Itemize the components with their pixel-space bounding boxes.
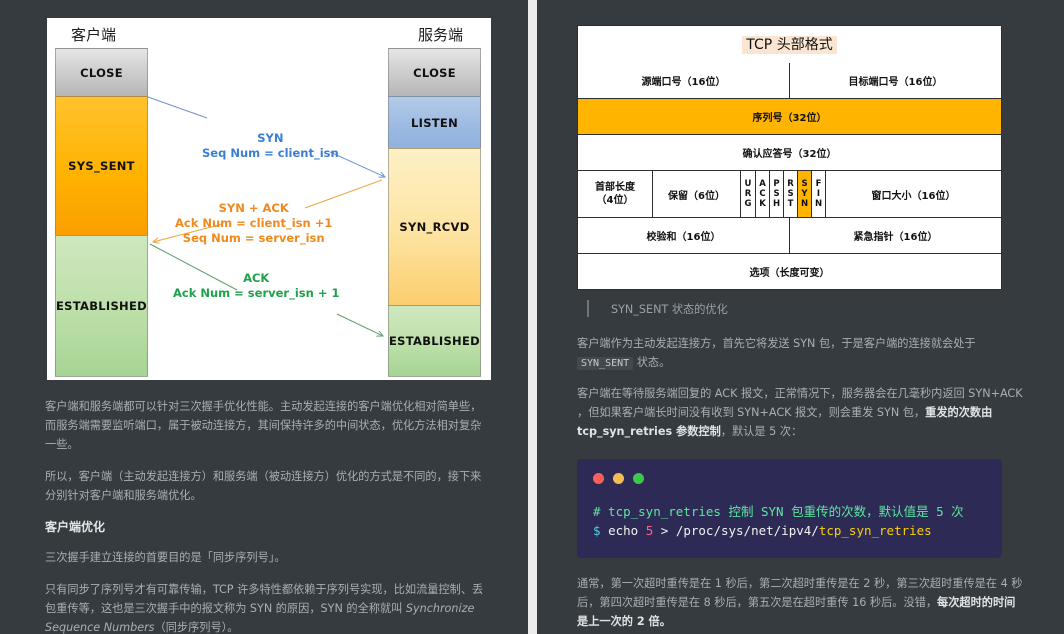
tcp-flag-urg: URG [741, 171, 755, 217]
paragraph-syn-explained: 只有同步了序列号才有可靠传输，TCP 许多特性都依赖于序列号实现，比如流量控制、… [45, 580, 488, 634]
flag-char: R [744, 189, 752, 199]
tcp-flag-ack: ACK [755, 171, 769, 217]
tcp-flag-syn: SYN [797, 171, 811, 217]
column-divider [528, 0, 537, 634]
paragraph-retries: 客户端在等待服务端回复的 ACK 报文，正常情况下，服务器会在几毫秒内返回 SY… [577, 384, 1024, 441]
paragraph-syn-sent-state: 客户端作为主动发起连接方，首先它将发送 SYN 包，于是客户端的连接就会处于 S… [577, 334, 1024, 373]
flag-char: K [759, 199, 766, 209]
close-red-dot-icon [593, 473, 604, 484]
retries-text-c: ，默认是 5 次： [720, 425, 803, 438]
terminal-path: /proc/sys/net/ipv4/ [675, 523, 819, 538]
flag-char: R [787, 179, 794, 189]
flag-char: C [759, 189, 766, 199]
tcp-row-options: 选项（长度可变） [578, 253, 1001, 289]
message-label-syn: SYN Seq Num = client_isn [202, 131, 339, 161]
tcp-field-window-size: 窗口大小（16位） [825, 171, 1001, 217]
flag-char: H [772, 199, 781, 209]
terminal-echo: echo [608, 523, 639, 538]
message-line: SYN [257, 131, 284, 145]
tcp-row-sequence: 序列号（32位） [578, 98, 1001, 134]
tcp-row-flags: 首部长度 （4位） 保留（6位） U R G A C K P S H R S T S Y N F I N 窗口大小（16… [578, 170, 1001, 217]
handshake-arrows [147, 96, 491, 380]
page-root: 客户端 服务端 CLOSE SYS_SENT ESTABLISHED CLOSE LI… [0, 0, 1064, 634]
syn-sent-text-b: 状态。 [633, 356, 671, 369]
tcp-field: 选项（长度可变） [749, 268, 830, 279]
message-label-syn-ack: SYN + ACK Ack Num = client_isn +1 Seq Num … [175, 201, 332, 246]
flag-char: G [744, 199, 752, 209]
tcp-field: 紧急指针（16位） [789, 218, 1001, 253]
paragraph-optimization-intro: 客户端和服务端都可以针对三次握手优化性能。主动发起连接的客户端优化相对简单些，而… [45, 400, 482, 451]
blockquote-text: SYN_SENT 状态的优化 [611, 302, 728, 316]
tcp-flag-rst: RST [783, 171, 797, 217]
syn-text-b: （同步序列号）。 [154, 621, 239, 634]
terminal-window-dots [593, 473, 986, 484]
heading-client-optimization: 客户端优化 [45, 520, 106, 534]
flag-char: F [815, 179, 822, 189]
tcp-header-format-table: TCP 头部格式 源端口号（16位） 目标端口号（16位） 序列号（32位） 确认应答… [577, 25, 1002, 290]
flag-char: S [773, 189, 780, 199]
terminal-comment-line: # tcp_syn_retries 控制 SYN 包重传的次数，默认值是 5 次 [593, 504, 964, 519]
message-label-ack: ACK Ack Num = server_isn + 1 [173, 271, 339, 301]
tcp-row-ports: 源端口号（16位） 目标端口号（16位） [578, 63, 1001, 98]
left-column: 客户端 服务端 CLOSE SYS_SENT ESTABLISHED CLOSE LI… [0, 0, 528, 634]
terminal-code-block: # tcp_syn_retries 控制 SYN 包重传的次数，默认值是 5 次… [577, 459, 1002, 558]
right-column: TCP 头部格式 源端口号（16位） 目标端口号（16位） 序列号（32位） 确认应答… [537, 0, 1064, 634]
left-article: 客户端和服务端都可以针对三次握手优化性能。主动发起连接的客户端优化相对简单些，而… [45, 397, 488, 634]
paragraph-retransmission-timing: 通常，第一次超时重传是在 1 秒后，第二次超时重传是在 2 秒，第三次超时重传是… [577, 574, 1024, 631]
tcp-row-ack-number: 确认应答号（32位） [578, 134, 1001, 170]
tcp-field-reserved: 保留（6位） [652, 171, 740, 217]
tcp-field: 序列号（32位） [578, 99, 1001, 134]
message-line: Ack Num = client_isn +1 [175, 216, 333, 230]
terminal-prompt: $ [593, 523, 601, 538]
flag-char: T [787, 199, 794, 209]
paragraph-handshake-purpose: 三次握手建立连接的首要目的是「同步序列号」。 [45, 551, 286, 564]
flag-char: N [814, 199, 823, 209]
blockquote-bar [587, 300, 589, 317]
flag-char: Y [801, 189, 808, 199]
minimize-yellow-dot-icon [613, 473, 624, 484]
tcp-flag-bits: URGACKPSHRSTSYNFIN [740, 171, 825, 217]
flag-char: S [787, 189, 794, 199]
message-line: ACK [243, 271, 270, 285]
syn-sent-text-a: 客户端作为主动发起连接方，首先它将发送 SYN 包，于是客户端的连接就会处于 [577, 337, 976, 350]
tcp-table-title: TCP 头部格式 [578, 26, 1001, 63]
message-line: SYN + ACK [218, 201, 289, 215]
flag-char: N [800, 199, 809, 209]
flag-char: P [773, 179, 780, 189]
tcp-field-header-length: 首部长度 （4位） [595, 182, 635, 206]
tcp-flag-fin: FIN [811, 171, 825, 217]
maximize-green-dot-icon [633, 473, 644, 484]
tcp-handshake-diagram: 客户端 服务端 CLOSE SYS_SENT ESTABLISHED CLOSE LI… [47, 18, 491, 380]
tcp-row-checksum: 校验和（16位） 紧急指针（16位） [578, 217, 1001, 253]
terminal-command-line: $ echo 5 > /proc/sys/net/ipv4/tcp_syn_re… [593, 521, 986, 540]
message-line: Ack Num = server_isn + 1 [173, 286, 340, 300]
paragraph-client-server-differ: 所以，客户端（主动发起连接方）和服务端（被动连接方）优化的方式是不同的，接下来分… [45, 470, 482, 502]
tcp-field: 源端口号（16位） [641, 77, 726, 88]
tcp-field: 校验和（16位） [646, 232, 721, 243]
flag-char: A [759, 179, 766, 189]
tcp-field: 确认应答号（32位） [742, 149, 837, 160]
flag-char: U [744, 179, 752, 189]
inline-code-syn-sent: SYN_SENT [577, 357, 634, 370]
message-line: Seq Num = server_isn [182, 231, 325, 245]
terminal-path-file: tcp_syn_retries [818, 523, 932, 538]
tcp-table-title-text: TCP 头部格式 [742, 36, 837, 54]
tcp-field: 目标端口号（16位） [789, 63, 1001, 98]
blockquote-syn-sent: SYN_SENT 状态的优化 [587, 300, 1024, 317]
flag-char: I [816, 189, 821, 199]
flag-char: S [801, 179, 808, 189]
tcp-flag-psh: PSH [769, 171, 783, 217]
tcp-table-body: 源端口号（16位） 目标端口号（16位） 序列号（32位） 确认应答号（32位） 首部长… [578, 63, 1001, 289]
message-line: Seq Num = client_isn [202, 146, 339, 160]
